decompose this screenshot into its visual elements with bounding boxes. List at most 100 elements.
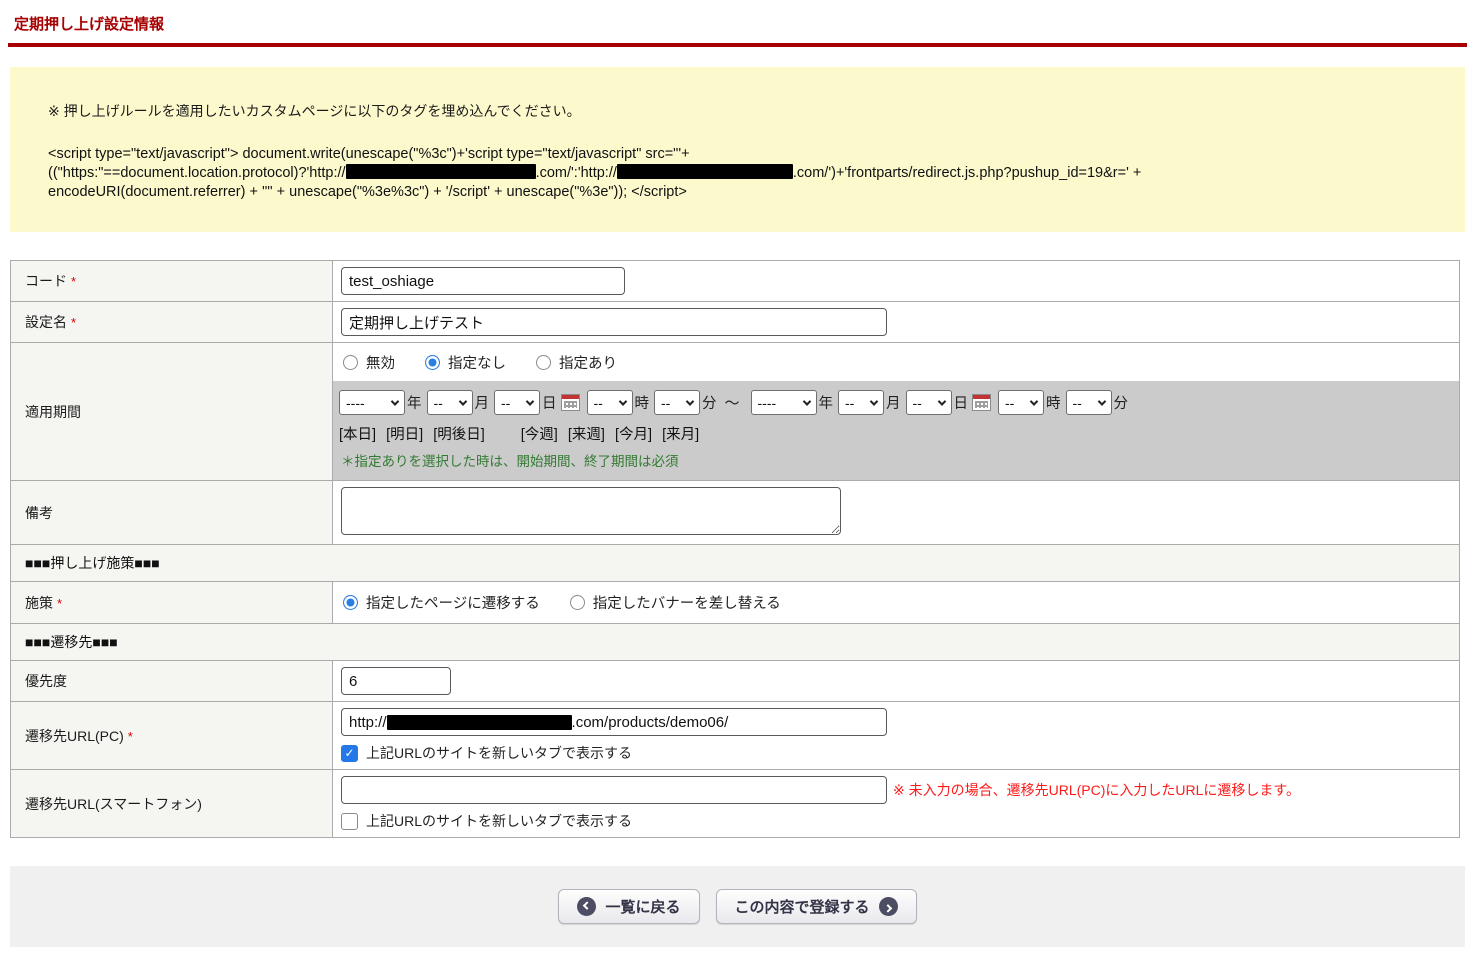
submit-button-label: この内容で登録する: [734, 899, 870, 916]
setting-name-input[interactable]: [341, 308, 887, 336]
redacted-domain-1: [345, 164, 536, 179]
end-hour-unit: 時: [1046, 396, 1061, 412]
row-url-sp: 遷移先URL(スマートフォン) ※ 未入力の場合、遷移先URL(PC)に入力した…: [10, 769, 1460, 838]
chevron-down-icon: [1029, 396, 1039, 406]
required-mark: *: [71, 274, 77, 289]
measure-redirect-label[interactable]: 指定したページに遷移する: [366, 592, 540, 613]
row-measure: 施策 * 指定したページに遷移する 指定したバナーを差し替える: [10, 581, 1460, 624]
back-button-label: 一覧に戻る: [605, 899, 681, 916]
script-line-2: (("https:"==document.location.protocol)?…: [48, 164, 1435, 183]
page-title: 定期押し上げ設定情報: [14, 16, 165, 33]
shortcut-this-week[interactable]: [今週]: [521, 427, 558, 443]
end-day-select[interactable]: --: [905, 390, 952, 415]
measure-banner-label[interactable]: 指定したバナーを差し替える: [593, 592, 781, 613]
section-header-destination: ■■■遷移先■■■: [10, 623, 1460, 661]
shortcut-day-after[interactable]: [明後日]: [433, 427, 485, 443]
shortcut-today[interactable]: [本日]: [339, 427, 376, 443]
redacted-domain-2: [616, 164, 793, 179]
start-hour-unit: 時: [634, 396, 650, 412]
arrow-right-circle-icon: [878, 897, 898, 916]
chevron-down-icon: [458, 396, 467, 406]
period-disabled-label[interactable]: 無効: [366, 352, 395, 373]
shortcut-next-month[interactable]: [来月]: [662, 427, 699, 443]
measure-redirect-radio[interactable]: [343, 595, 358, 610]
url-pc-label-cell: 遷移先URL(PC) *: [10, 701, 333, 770]
arrow-left-circle-icon: [577, 897, 597, 916]
url-pc-newtab-label[interactable]: 上記URLのサイトを新しいタブで表示する: [366, 743, 632, 763]
end-year-select[interactable]: ----: [750, 390, 817, 415]
url-sp-input-row: ※ 未入力の場合、遷移先URL(PC)に入力したURLに遷移します。: [341, 776, 1451, 804]
chevron-down-icon: [869, 396, 879, 406]
start-minute-select[interactable]: --: [654, 390, 700, 415]
row-code: コード *: [10, 260, 1460, 302]
measure-banner-radio[interactable]: [569, 595, 585, 610]
shortcut-this-month[interactable]: [今月]: [615, 427, 652, 443]
period-disabled-radio[interactable]: [343, 355, 358, 370]
shortcut-next-week[interactable]: [来週]: [568, 427, 605, 443]
period-required-note: ＊指定ありを選択した時は、開始期間、終了期間は必須: [341, 454, 679, 469]
url-pc-suffix: .com/products/demo06/: [571, 713, 729, 731]
chevron-down-icon: [390, 396, 400, 406]
start-hour-select[interactable]: --: [586, 390, 633, 415]
priority-input[interactable]: [341, 667, 451, 695]
period-specified-label[interactable]: 指定あり: [559, 352, 617, 373]
row-period: 適用期間 無効 指定なし 指定あり ---- 年 -- 月 -- 日 -- 時 -- 分 …: [10, 342, 1460, 481]
row-priority: 優先度: [10, 660, 1460, 702]
settings-form-table: コード* 設定名* 適用期間 無効 指定なし 指定あり ----年 --月 --…: [10, 260, 1460, 838]
period-none-label[interactable]: 指定なし: [448, 352, 506, 373]
shortcut-tomorrow[interactable]: [明日]: [386, 427, 423, 443]
url-pc-newtab-checkbox[interactable]: ✓: [341, 744, 358, 762]
measure-label-cell: 施策 *: [10, 581, 333, 624]
measure-label: 施策: [25, 594, 53, 611]
priority-label-cell: 優先度: [10, 660, 333, 702]
end-month-unit: 月: [886, 396, 901, 412]
url-pc-input[interactable]: http:// .com/products/demo06/: [341, 708, 887, 736]
end-month-select[interactable]: --: [838, 390, 885, 415]
chevron-down-icon: [937, 396, 946, 406]
row-url-pc: 遷移先URL(PC) * http:// .com/products/demo06/…: [10, 701, 1460, 770]
chevron-down-icon: [802, 396, 811, 406]
script-line-2c: .com/')+'frontparts/redirect.js.php?push…: [792, 165, 1142, 181]
script-line-3: encodeURI(document.referrer) + '"' + une…: [48, 184, 687, 200]
start-minute-unit: 分: [702, 396, 717, 412]
title-divider: [8, 43, 1467, 47]
start-month-select[interactable]: --: [426, 390, 473, 415]
url-sp-input[interactable]: [341, 776, 887, 804]
required-mark: *: [127, 728, 133, 744]
start-month-unit: 月: [474, 396, 490, 412]
chevron-down-icon: [685, 396, 695, 406]
calendar-icon[interactable]: [972, 394, 992, 411]
embed-tag-notice-box: ※ 押し上げルールを適用したいカスタムページに以下のタグを埋め込んでください。 …: [10, 67, 1465, 232]
period-label: 適用期間: [25, 403, 81, 420]
end-hour-select[interactable]: --: [998, 390, 1045, 415]
end-minute-select[interactable]: --: [1065, 390, 1112, 415]
remarks-label: 備考: [25, 504, 53, 521]
start-day-unit: 日: [542, 396, 557, 412]
code-label-cell: コード *: [10, 260, 333, 302]
footer-actions-band: 一覧に戻る この内容で登録する: [10, 866, 1465, 947]
remarks-textarea[interactable]: [341, 487, 841, 535]
start-day-select[interactable]: --: [494, 390, 540, 415]
submit-button[interactable]: この内容で登録する: [715, 889, 917, 924]
name-label: 設定名: [25, 314, 67, 330]
url-sp-newtab-label[interactable]: 上記URLのサイトを新しいタブで表示する: [366, 811, 632, 831]
end-day-unit: 日: [953, 396, 969, 412]
calendar-icon[interactable]: [560, 394, 580, 411]
period-specified-radio[interactable]: [536, 355, 551, 370]
measure-radios: 指定したページに遷移する 指定したバナーを差し替える: [341, 588, 1451, 617]
url-pc-label: 遷移先URL(PC): [25, 727, 124, 744]
url-pc-prefix: http://: [349, 713, 387, 731]
period-date-row: ---- 年 -- 月 -- 日 -- 時 -- 分 ～ ---- 年 -- 月 -- 日 --…: [335, 390, 1453, 415]
name-label-cell: 設定名 *: [10, 301, 333, 343]
chevron-down-icon: [525, 396, 535, 406]
url-sp-newtab-checkbox[interactable]: [341, 812, 358, 830]
required-mark: *: [57, 595, 63, 611]
period-none-radio[interactable]: [425, 355, 440, 370]
code-input[interactable]: [341, 267, 625, 295]
url-pc-newtab-row: ✓ 上記URLのサイトを新しいタブで表示する: [341, 743, 1451, 763]
script-line-2a: (("https:"==document.location.protocol)?…: [48, 165, 346, 181]
back-to-list-button[interactable]: 一覧に戻る: [558, 889, 700, 924]
priority-label: 優先度: [25, 673, 67, 689]
start-year-select[interactable]: ----: [339, 390, 405, 415]
period-label-cell: 適用期間: [10, 342, 333, 481]
